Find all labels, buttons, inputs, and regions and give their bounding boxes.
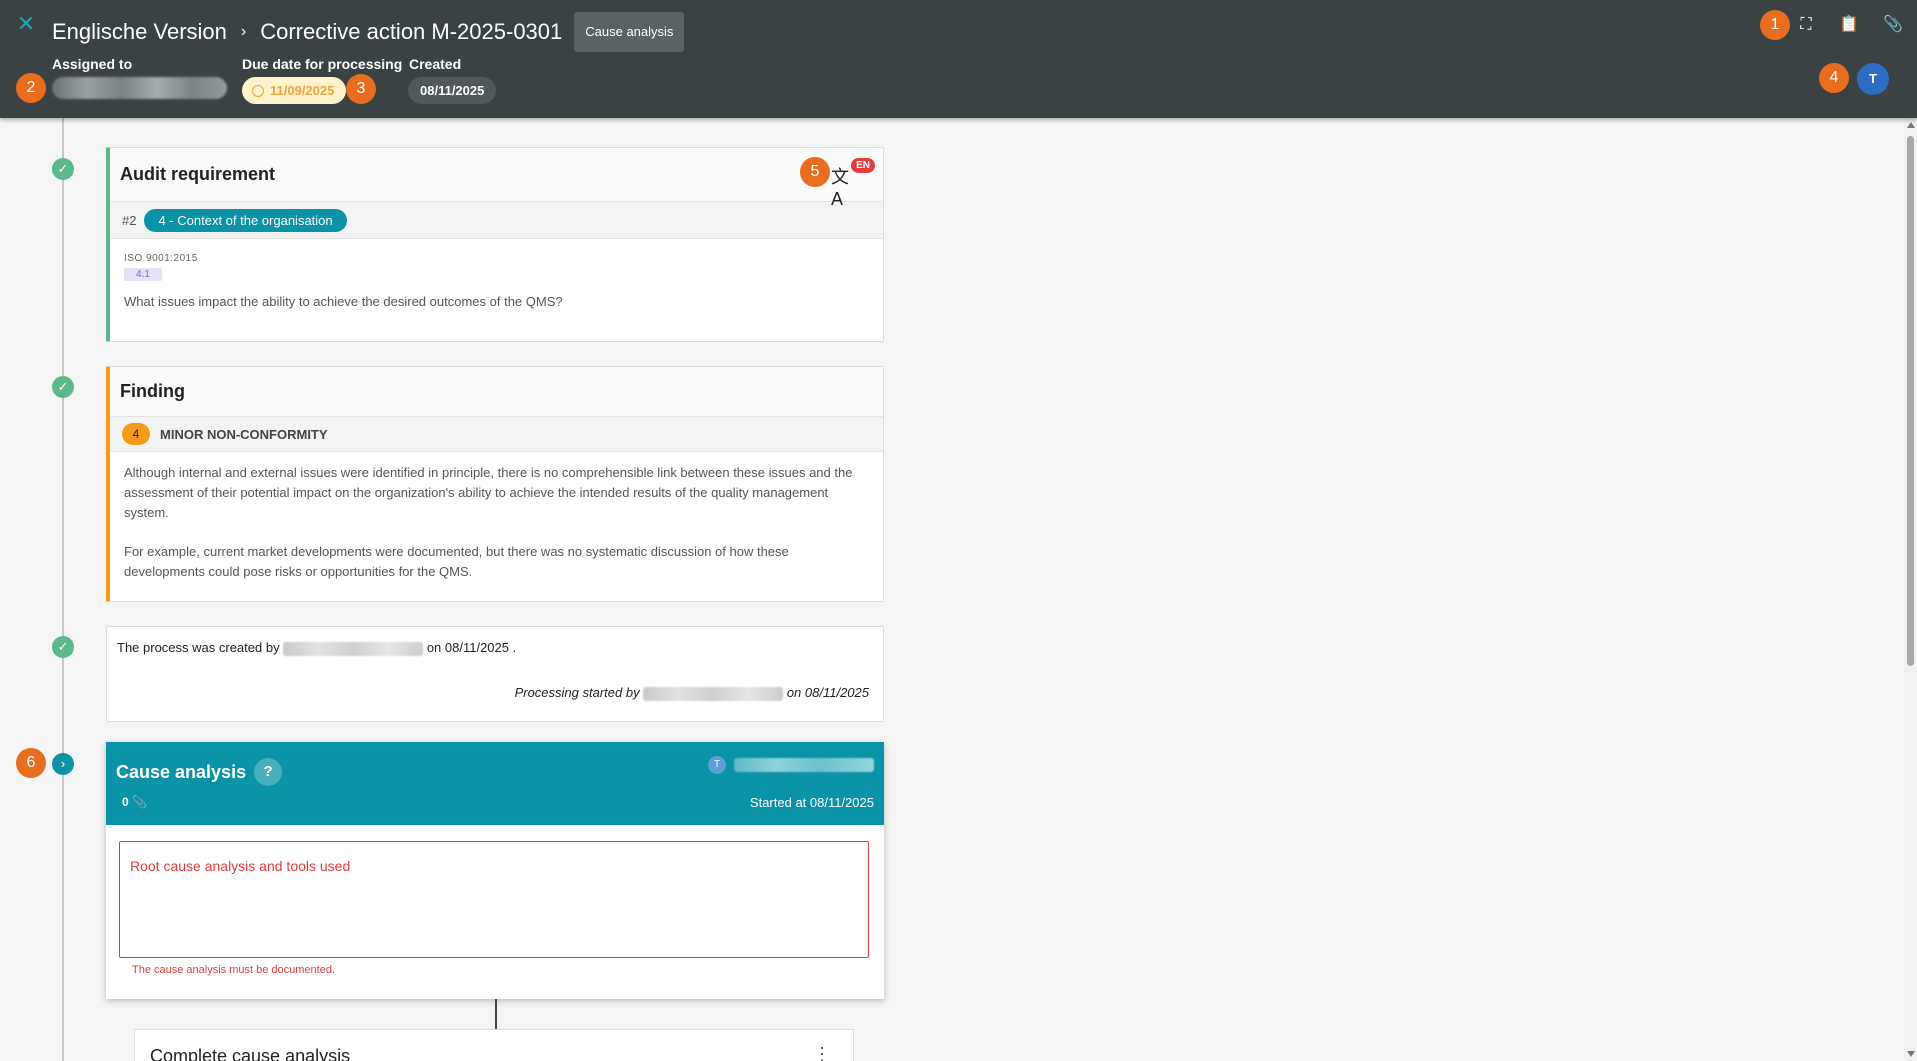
started-text: Processing started by — [514, 685, 640, 700]
assignee-name — [734, 758, 874, 772]
annotation-badge-4: 4 — [1819, 63, 1849, 93]
check-icon: ✓ — [52, 158, 74, 180]
started-date: on 08/11/2025 — [786, 685, 869, 700]
starter-name — [643, 686, 784, 701]
translate-icon[interactable]: 文A — [831, 166, 853, 209]
avatar: T — [708, 756, 726, 774]
audit-requirement-card: Audit requirement 文A EN #2 4 - Context o… — [106, 147, 884, 342]
annotation-badge-1: 1 — [1760, 10, 1790, 40]
creator-name — [283, 641, 424, 656]
paperclip-icon[interactable]: 📎 — [1882, 14, 1904, 36]
scroll-up-icon[interactable] — [1907, 122, 1915, 128]
top-header: ✕ Englische Version › Corrective action … — [0, 0, 1917, 118]
check-icon: ✓ — [52, 636, 74, 658]
avatar[interactable]: T — [1857, 63, 1889, 95]
due-date-chip[interactable]: 11/09/2025 — [242, 77, 347, 104]
assigned-label: Assigned to — [52, 56, 133, 72]
paperclip-icon: 📎 — [132, 795, 147, 809]
clause-tag: 4.1 — [124, 268, 162, 281]
clipboard-icon[interactable]: 📋 — [1838, 14, 1860, 36]
focus-icon[interactable]: ⛶ — [1795, 14, 1817, 36]
page-title: Corrective action M-2025-0301 — [260, 19, 563, 44]
annotation-badge-3: 3 — [346, 74, 376, 104]
help-icon[interactable]: ? — [254, 758, 283, 786]
check-icon: ✓ — [52, 376, 74, 398]
started-at: Started at 08/11/2025 — [749, 795, 874, 810]
finding-paragraph: For example, current market developments… — [124, 544, 789, 579]
cause-title: Cause analysis — [116, 761, 247, 782]
finding-type: MINOR NON-CONFORMITY — [160, 426, 328, 442]
scrollbar[interactable] — [1904, 118, 1917, 1061]
stage-chip: Cause analysis — [574, 12, 685, 52]
timeline-line — [62, 118, 64, 1061]
card-title: Audit requirement — [120, 164, 276, 184]
annotation-badge-6: 6 — [16, 748, 46, 778]
finding-paragraph: Although internal and external issues we… — [124, 465, 853, 520]
due-date-label: Due date for processing — [242, 56, 403, 72]
requirement-question: What issues impact the ability to achiev… — [124, 294, 563, 309]
clock-icon — [252, 84, 264, 97]
assignee-value[interactable] — [52, 77, 227, 99]
annotation-badge-2: 2 — [16, 73, 46, 103]
annotation-badge-5: 5 — [800, 157, 830, 187]
due-date-value: 11/09/2025 — [270, 83, 335, 98]
chapter-pill: 4 - Context of the organisation — [144, 208, 347, 232]
cause-assignee: T — [708, 756, 874, 774]
language-badge: EN — [851, 158, 875, 173]
created-date: on 08/11/2025 . — [426, 640, 517, 655]
chevron-right-icon[interactable]: › — [52, 753, 74, 775]
standard-label: ISO 9001:2015 — [124, 253, 198, 264]
scroll-down-icon[interactable] — [1907, 1051, 1915, 1057]
severity-level: 4 — [122, 423, 150, 445]
connector-line — [495, 999, 497, 1029]
attachment-count[interactable]: 0 📎 — [122, 795, 147, 809]
created-chip: 08/11/2025 — [408, 77, 497, 104]
validation-error: The cause analysis must be documented. — [132, 964, 336, 976]
more-options-icon[interactable]: ⋮ — [813, 1044, 831, 1061]
cause-analysis-input[interactable]: Root cause analysis and tools used — [119, 841, 869, 958]
breadcrumb: Englische Version › Corrective action M-… — [52, 12, 685, 52]
created-label: Created — [409, 56, 462, 72]
breadcrumb-root[interactable]: Englische Version — [52, 18, 227, 46]
finding-card: Finding 4 MINOR NON-CONFORMITY Although … — [106, 366, 884, 602]
process-info-card: The process was created by on 08/11/2025… — [106, 626, 884, 722]
cause-analysis-card: Cause analysis ? T 0 📎 Started at 08/11/… — [106, 742, 884, 999]
created-text: The process was created by — [117, 640, 280, 655]
card-title: Finding — [120, 381, 185, 401]
close-icon[interactable]: ✕ — [14, 12, 38, 36]
chevron-right-icon: › — [240, 23, 247, 40]
requirement-number: #2 — [122, 212, 137, 228]
scroll-thumb[interactable] — [1907, 136, 1914, 666]
next-step-card[interactable]: Complete cause analysis ⋮ — [134, 1029, 854, 1061]
next-step-title: Complete cause analysis — [150, 1046, 351, 1061]
